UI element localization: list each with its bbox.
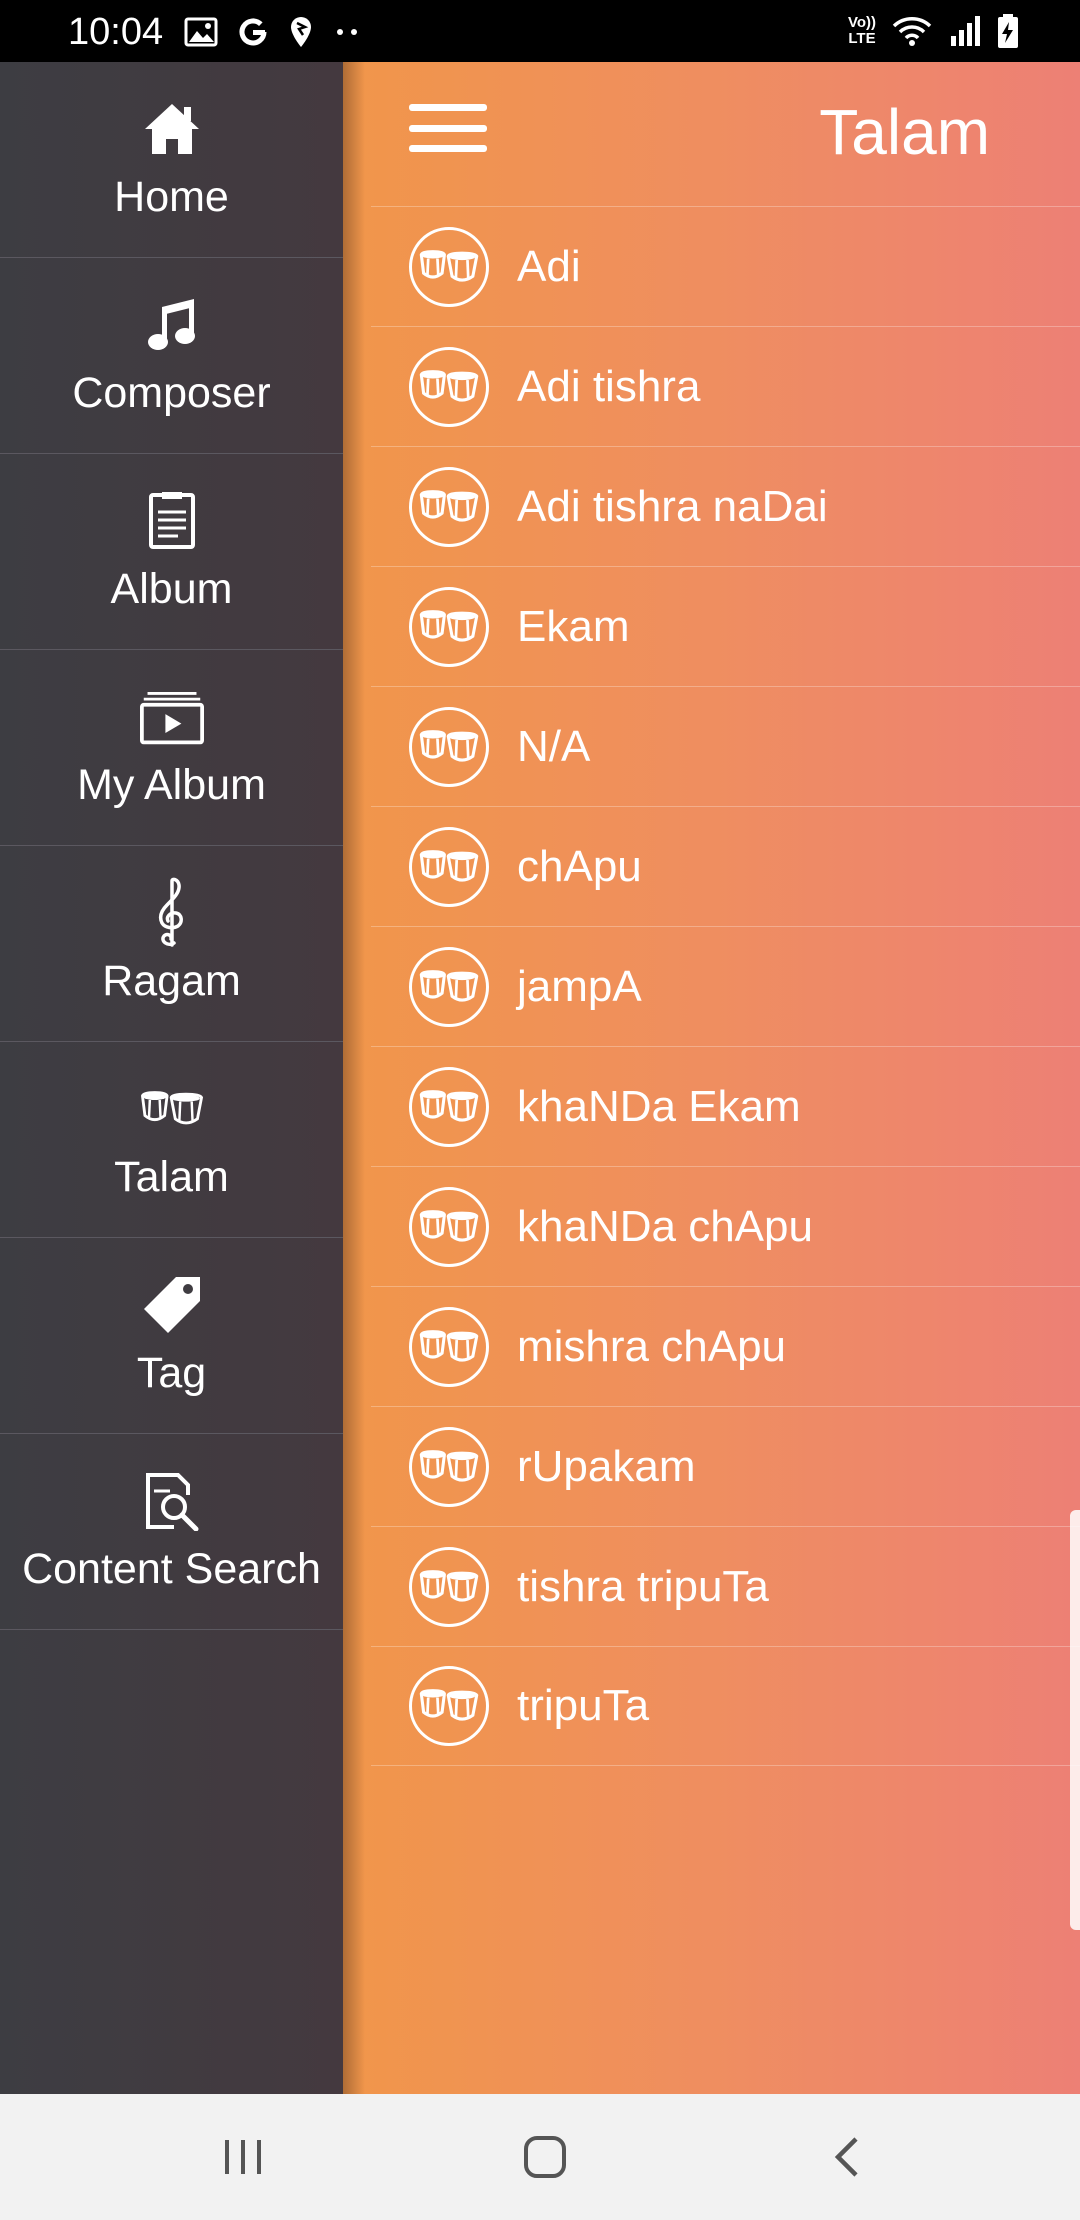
drums-icon (409, 586, 489, 667)
music-note-icon (140, 293, 204, 357)
treble-clef-icon (140, 877, 204, 947)
status-bar: 10:04 Vo)) LTE (0, 0, 1080, 62)
list-item-label: N/A (517, 721, 591, 771)
talam-list: Adi Adi tishra Adi tishra naDai Ekam N/A chAp… (371, 206, 1080, 1766)
list-item-label: khaNDa chApu (517, 1201, 813, 1251)
google-icon (239, 18, 267, 46)
list-item-label: khaNDa Ekam (517, 1081, 801, 1131)
drawer-item-ragam[interactable]: Ragam (0, 846, 343, 1042)
status-left-icons (184, 14, 362, 50)
status-time: 10:04 (68, 11, 164, 53)
drums-icon (409, 466, 489, 547)
list-item[interactable]: khaNDa Ekam (371, 1046, 1080, 1166)
status-right-icons: Vo)) LTE (848, 12, 1020, 50)
list-item-label: tripuTa (517, 1681, 650, 1730)
drawer-label: Composer (72, 368, 271, 417)
drawer-item-tag[interactable]: Tag (0, 1238, 343, 1434)
recent-apps-icon[interactable] (173, 2094, 313, 2220)
list-item[interactable]: Adi tishra naDai (371, 446, 1080, 566)
drums-icon (409, 346, 489, 427)
album-sheet-icon (140, 489, 204, 553)
list-item-label: mishra chApu (517, 1321, 787, 1371)
drawer-label: Home (114, 172, 229, 221)
drums-icon (409, 226, 489, 307)
list-item-label: jampA (517, 961, 642, 1011)
volte-indicator: Vo)) LTE (847, 14, 876, 47)
signal-icon (951, 16, 980, 46)
home-icon (140, 97, 204, 161)
content-search-icon (140, 1469, 204, 1533)
drawer-label: My Album (77, 760, 266, 809)
list-item[interactable]: tripuTa (371, 1646, 1080, 1766)
list-item-label: Adi (517, 241, 581, 291)
drawer-item-composer[interactable]: Composer (0, 258, 343, 454)
list-item[interactable]: jampA (371, 926, 1080, 1046)
list-item-label: Ekam (517, 601, 630, 651)
list-item[interactable]: khaNDa chApu (371, 1166, 1080, 1286)
drawer-label: Talam (114, 1152, 229, 1201)
list-item-label: Adi tishra naDai (517, 481, 828, 531)
toolbar: Talam (343, 62, 1080, 206)
drums-icon (409, 1306, 489, 1387)
wifi-icon (892, 17, 932, 46)
drums-icon (140, 1077, 204, 1141)
system-nav-bar (0, 2094, 1080, 2220)
list-item[interactable]: Adi (371, 206, 1080, 326)
drawer-item-content-search[interactable]: Content Search (0, 1434, 343, 1630)
more-dots-icon (337, 29, 357, 35)
list-item[interactable]: Ekam (371, 566, 1080, 686)
home-circle-icon[interactable] (475, 2094, 615, 2220)
image-icon (184, 17, 218, 47)
drums-icon (409, 1186, 489, 1267)
list-item-label: chApu (517, 841, 642, 891)
drawer-label: Tag (136, 1348, 207, 1397)
drums-icon (409, 1426, 489, 1507)
drums-icon (409, 946, 489, 1027)
drawer-item-my-album[interactable]: My Album (0, 650, 343, 846)
drums-icon (409, 1546, 489, 1627)
hamburger-menu-icon[interactable] (409, 100, 489, 156)
list-item-label: rUpakam (517, 1441, 696, 1491)
list-item-label: Adi tishra (517, 361, 701, 411)
battery-charging-icon (998, 14, 1018, 48)
list-item[interactable]: rUpakam (371, 1406, 1080, 1526)
tag-icon (140, 1273, 204, 1337)
list-item[interactable]: mishra chApu (371, 1286, 1080, 1406)
list-item[interactable]: Adi tishra (371, 326, 1080, 446)
app-area: Home Composer Album My Album Ragam Talam… (0, 62, 1080, 2094)
drawer-item-home[interactable]: Home (0, 62, 343, 258)
location-icon (291, 17, 311, 47)
drawer-item-album[interactable]: Album (0, 454, 343, 650)
list-item[interactable]: tishra tripuTa (371, 1526, 1080, 1646)
drawer-label: Album (110, 564, 233, 613)
drums-icon (409, 706, 489, 787)
drawer-label: Content Search (22, 1544, 321, 1593)
scroll-handle[interactable] (1070, 1510, 1080, 1930)
talam-screen: Talam Adi Adi tishra Adi tishra naDai Ekam N… (343, 62, 1080, 2094)
drums-icon (409, 826, 489, 907)
drawer-label: Ragam (102, 956, 241, 1005)
drums-icon (409, 1666, 489, 1746)
drawer-item-talam[interactable]: Talam (0, 1042, 343, 1238)
drums-icon (409, 1066, 489, 1147)
list-item[interactable]: N/A (371, 686, 1080, 806)
list-item-label: tishra tripuTa (517, 1561, 769, 1611)
page-title: Talam (819, 96, 990, 168)
navigation-drawer: Home Composer Album My Album Ragam Talam… (0, 62, 343, 2094)
back-icon[interactable] (778, 2094, 918, 2220)
list-item[interactable]: chApu (371, 806, 1080, 926)
video-folder-icon (139, 685, 204, 749)
